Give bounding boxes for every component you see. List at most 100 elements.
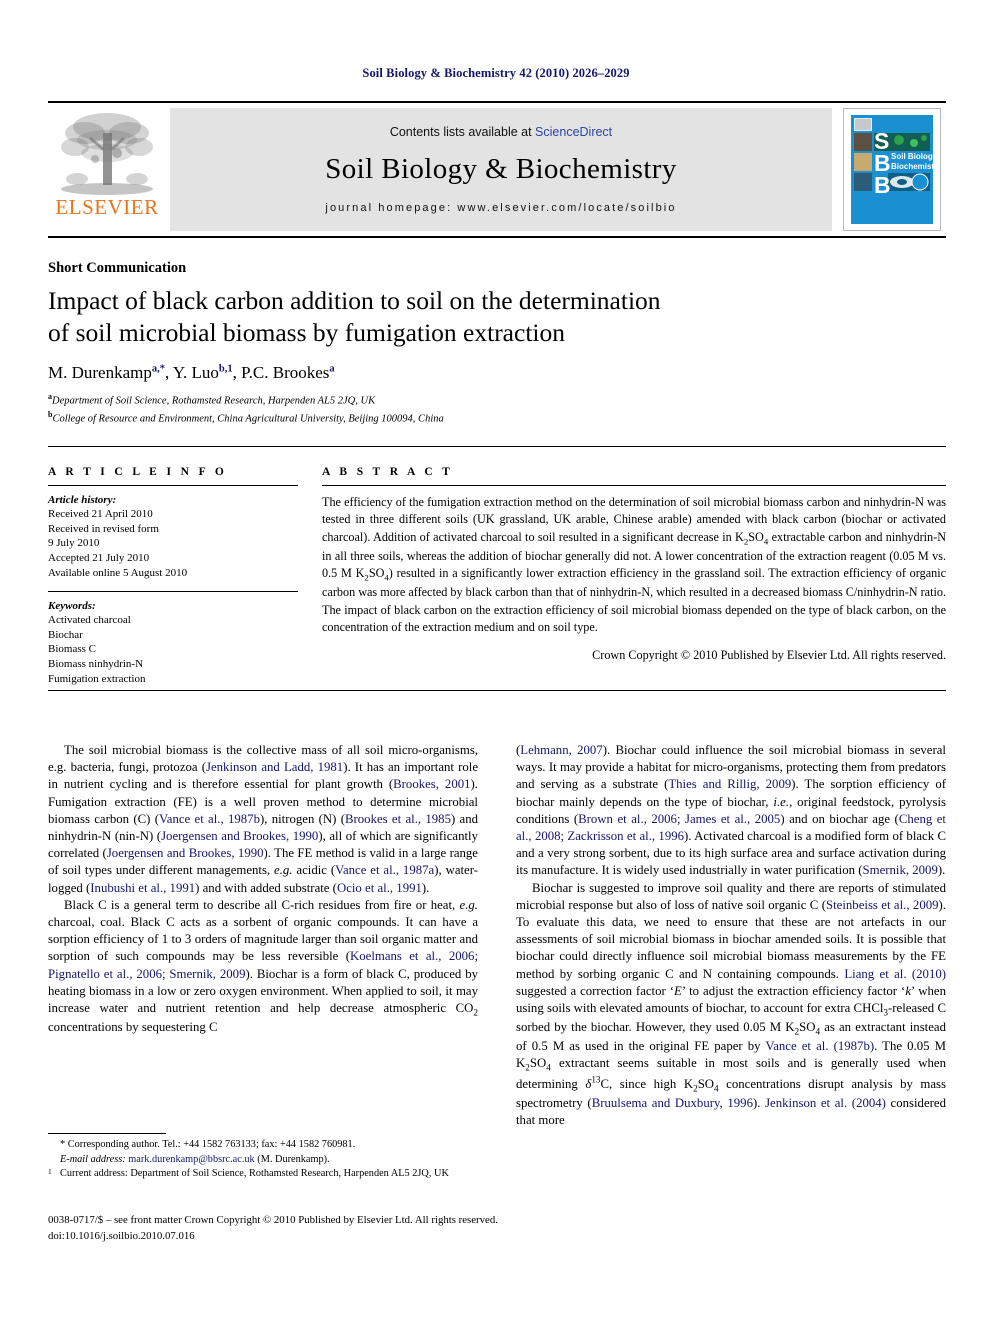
svg-text:Soil Biology &: Soil Biology & — [891, 152, 940, 161]
article-category: Short Communication — [48, 260, 187, 276]
journal-masthead: ELSEVIER Contents lists available at Sci… — [48, 101, 946, 238]
citation-link[interactable]: Vance et al., 1987b — [159, 812, 260, 826]
email-label: E-mail address: — [60, 1153, 126, 1165]
body-paragraph: The soil microbial biomass is the collec… — [48, 742, 478, 897]
citation-link[interactable]: Liang et al. (2010) — [844, 967, 946, 981]
author-item[interactable]: M. Durenkampa,* — [48, 363, 165, 382]
body-text: ). — [421, 880, 430, 895]
footnote-corresponding-author: * Corresponding author. Tel.: +44 1582 7… — [48, 1138, 478, 1167]
doi-line: doi:10.1016/j.soilbio.2010.07.016 — [48, 1229, 946, 1245]
keyword-item: Biomass ninhydrin-N — [48, 658, 144, 670]
body-paragraph: (Lehmann, 2007). Biochar could influence… — [516, 742, 946, 880]
citation-link[interactable]: Vance et al. (1987b) — [765, 1039, 874, 1053]
citation-link[interactable]: Brookes et al., 1985 — [345, 812, 451, 826]
abstract-heading: A B S T R A C T — [322, 466, 454, 478]
elsevier-logo-block: ELSEVIER — [48, 103, 166, 236]
body-text: ) and with added substrate ( — [195, 880, 337, 895]
svg-text:Biochemistry: Biochemistry — [891, 162, 940, 171]
body-text: ). — [937, 863, 946, 878]
article-info-divider — [48, 591, 298, 593]
abstract-text: The efficiency of the fumigation extract… — [322, 494, 946, 637]
journal-title: Soil Biology & Biochemistry — [325, 153, 677, 185]
footnote-text: Current address: Department of Soil Scie… — [60, 1168, 449, 1180]
author-list: M. Durenkampa,*, Y. Luob,1, P.C. Brookes… — [48, 363, 808, 383]
info-block-top-rule — [48, 446, 946, 447]
author-affil-mark: b,1 — [218, 363, 233, 375]
title-line-1: Impact of black carbon addition to soil … — [48, 286, 661, 315]
footnote-rule — [48, 1133, 166, 1134]
citation-link[interactable]: Joergensen and Brookes, 1990 — [161, 829, 318, 843]
imprint-block: 0038-0717/$ – see front matter Crown Cop… — [48, 1213, 946, 1244]
abstract-copyright: Crown Copyright © 2010 Published by Else… — [592, 647, 946, 662]
author-affil-mark: a — [329, 363, 335, 375]
article-info-heading: A R T I C L E I N F O — [48, 466, 228, 478]
body-column-left: The soil microbial biomass is the collec… — [48, 742, 478, 1036]
keyword-item: Fumigation extraction — [48, 672, 146, 685]
elsevier-tree-icon — [61, 113, 153, 195]
author-name: Y. Luo — [172, 363, 219, 382]
keywords-label: Keywords: — [48, 600, 96, 613]
affiliation-text: Department of Soil Science, Rothamsted R… — [52, 395, 376, 407]
contents-prefix: Contents lists available at — [389, 125, 536, 139]
citation-link[interactable]: Brookes, 2001 — [393, 777, 470, 791]
issn-copyright-line: 0038-0717/$ – see front matter Crown Cop… — [48, 1214, 498, 1226]
article-history-item: 9 July 2010 — [48, 537, 100, 550]
footnote-text: * Corresponding author. Tel.: +44 1582 7… — [60, 1139, 356, 1150]
article-history-item: Available online 5 August 2010 — [48, 566, 188, 579]
email-suffix: (M. Durenkamp). — [257, 1153, 330, 1165]
citation-link[interactable]: Steinbeiss et al., 2009 — [826, 898, 939, 912]
doi-label: doi: — [48, 1229, 65, 1242]
citation-link[interactable]: Jenkinson and Ladd, 1981 — [206, 760, 343, 774]
keyword-item: Biochar — [48, 628, 83, 641]
author-sep: , — [232, 363, 242, 382]
affiliation-text: College of Resource and Environment, Chi… — [52, 413, 444, 425]
abstract-seg: ) resulted in a significantly lower extr… — [322, 566, 947, 635]
citation-link[interactable]: Inubushi et al., 1991 — [90, 881, 195, 895]
footnote-mark: 1 — [48, 1167, 52, 1177]
keyword-item: Biomass C — [48, 643, 96, 656]
citation-link[interactable]: Ocio et al., 1991 — [337, 881, 422, 895]
keyword-item: Activated charcoal — [48, 614, 131, 627]
email-link[interactable]: mark.durenkamp@bbsrc.ac.uk — [128, 1154, 254, 1165]
abstract-seg: SO — [748, 529, 764, 544]
title-line-2: of soil microbial biomass by fumigation … — [48, 318, 565, 348]
journal-band: Contents lists available at ScienceDirec… — [170, 108, 832, 231]
affiliation-item: aDepartment of Soil Science, Rothamsted … — [48, 391, 808, 409]
article-history-label: Article history: — [48, 494, 117, 506]
footnote-current-address: 1 Current address: Department of Soil Sc… — [48, 1167, 478, 1182]
sbb-cover-art: S B B Soil Biology & Biochemistry — [844, 109, 940, 230]
page-title: Impact of black carbon addition to soil … — [48, 285, 808, 349]
body-text: ) and on biochar age ( — [780, 811, 899, 826]
author-item[interactable]: Y. Luob,1 — [173, 363, 233, 382]
author-name: M. Durenkamp — [48, 363, 152, 382]
article-info-column: A R T I C L E I N F O Article history: R… — [48, 466, 298, 686]
body-column-right: (Lehmann, 2007). Biochar could influence… — [516, 742, 946, 1130]
citation-link[interactable]: Thies and Rillig, 2009 — [668, 777, 791, 791]
abstract-heading-rule — [322, 485, 946, 486]
info-block-bottom-rule — [48, 690, 946, 691]
citation-link[interactable]: Joergensen and Brookes, 1990 — [107, 846, 264, 860]
journal-cover-block: S B B Soil Biology & Biochemistry — [838, 103, 946, 236]
elsevier-wordmark: ELSEVIER — [55, 195, 159, 219]
svg-text:B: B — [874, 172, 891, 198]
author-name: P.C. Brookes — [241, 363, 330, 382]
running-head: Soil Biology & Biochemistry 42 (2010) 20… — [362, 66, 630, 80]
citation-link[interactable]: Jenkinson et al. (2004) — [765, 1096, 886, 1110]
journal-homepage[interactable]: journal homepage: www.elsevier.com/locat… — [325, 202, 676, 214]
body-paragraph: Black C is a general term to describe al… — [48, 897, 478, 1036]
citation-link[interactable]: Brown et al., 2006; James et al., 2005 — [578, 812, 780, 826]
body-paragraph: Biochar is suggested to improve soil qua… — [516, 880, 946, 1130]
contents-available-line: Contents lists available at ScienceDirec… — [390, 125, 612, 139]
affiliation-item: bCollege of Resource and Environment, Ch… — [48, 409, 808, 427]
author-item[interactable]: P.C. Brookesa — [241, 363, 335, 382]
sciencedirect-link[interactable]: ScienceDirect — [535, 125, 612, 139]
author-sep: , — [165, 363, 173, 382]
body-text: ). — [752, 1096, 766, 1111]
abstract-seg: SO — [368, 566, 385, 581]
citation-link[interactable]: Lehmann, 2007 — [520, 743, 602, 757]
citation-link[interactable]: Vance et al., 1987a — [335, 863, 434, 877]
citation-link[interactable]: Smernik, 2009 — [863, 863, 938, 877]
citation-link[interactable]: Bruulsema and Duxbury, 1996 — [592, 1096, 753, 1110]
doi-value[interactable]: 10.1016/j.soilbio.2010.07.016 — [65, 1230, 195, 1242]
body-text: ), nitrogen (N) ( — [259, 811, 345, 826]
